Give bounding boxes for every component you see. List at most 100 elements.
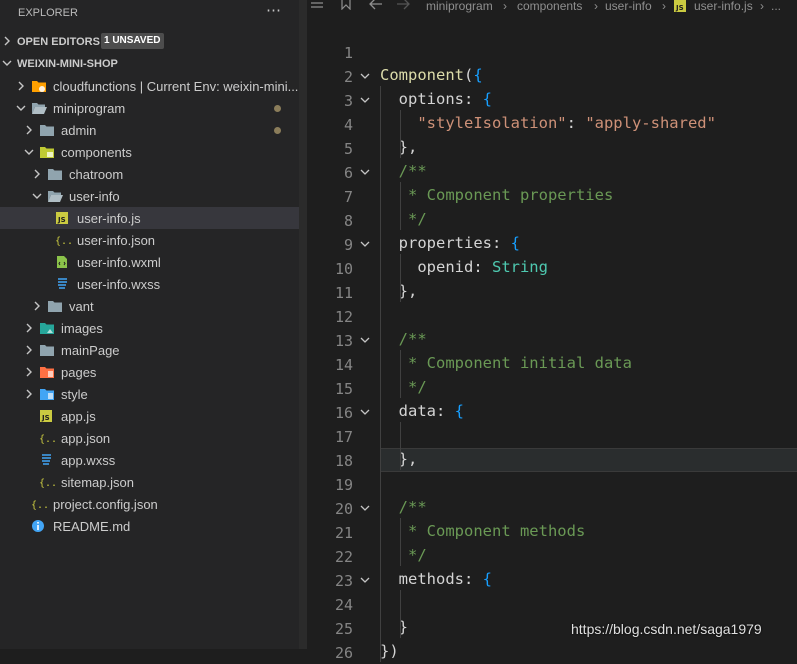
folder-open-icon	[31, 101, 47, 115]
chevron-right-icon	[2, 36, 12, 49]
indent-guide	[400, 350, 401, 398]
svg-text:{..}: {..}	[39, 478, 55, 489]
chevron-down-icon[interactable]	[16, 97, 28, 119]
code-text: * Component initial data	[380, 354, 632, 372]
tree-item-label: sitemap.json	[61, 475, 134, 490]
tree-item-label: app.wxss	[61, 453, 116, 468]
chevron-down-icon	[2, 58, 12, 71]
tree-item-admin[interactable]: admin	[0, 119, 299, 141]
js-file-icon: JS	[674, 0, 686, 15]
fold-chevron-icon[interactable]	[360, 333, 370, 343]
code-text: },	[380, 450, 418, 468]
arrow-left-icon[interactable]	[369, 0, 383, 13]
chevron-right-icon[interactable]	[24, 383, 36, 405]
breadcrumb-item[interactable]: miniprogram	[426, 0, 493, 13]
fold-chevron-icon[interactable]	[360, 69, 370, 79]
tree-item-images[interactable]: images	[0, 317, 299, 339]
indent-guide	[400, 518, 401, 566]
breadcrumb-item[interactable]: components	[517, 0, 582, 13]
tree-item-vant[interactable]: vant	[0, 295, 299, 317]
arrow-right-icon[interactable]	[396, 0, 410, 13]
chevron-right-icon[interactable]	[32, 163, 44, 185]
sidebar-scrollbar[interactable]	[299, 0, 307, 649]
indent-guide	[400, 422, 401, 470]
line-number: 9	[343, 236, 353, 254]
tree-item-label: vant	[69, 299, 94, 314]
tree-item-app.wxss[interactable]: app.wxss	[0, 449, 299, 471]
style-folder-icon	[39, 387, 55, 401]
tree-item-readme.md[interactable]: README.md	[0, 515, 299, 537]
tree-item-sitemap.json[interactable]: {..} sitemap.json	[0, 471, 299, 493]
fold-chevron-icon[interactable]	[360, 501, 370, 511]
breadcrumb-separator: ›	[594, 0, 598, 13]
workspace-section[interactable]: WEIXIN-MINI-SHOP	[0, 53, 299, 75]
chevron-right-icon[interactable]	[24, 317, 36, 339]
current-line-highlight	[380, 448, 797, 472]
chevron-right-icon[interactable]	[24, 119, 36, 141]
code-text: */	[380, 378, 427, 396]
chevron-down-icon[interactable]	[32, 185, 44, 207]
svg-text:{..}: {..}	[39, 434, 55, 445]
tree-item-app.js[interactable]: JS app.js	[0, 405, 299, 427]
tree-item-label: user-info.wxml	[77, 255, 161, 270]
tree-item-user-info[interactable]: user-info	[0, 185, 299, 207]
code-text: * Component properties	[380, 186, 614, 204]
breadcrumb-item[interactable]: ...	[771, 0, 781, 13]
css-file-icon	[39, 453, 55, 467]
line-number: 15	[334, 380, 353, 398]
components-folder-icon	[39, 145, 55, 159]
fold-chevron-icon[interactable]	[360, 165, 370, 175]
tree-item-miniprogram[interactable]: miniprogram	[0, 97, 299, 119]
chevron-right-icon[interactable]	[24, 361, 36, 383]
svg-text:{..}: {..}	[55, 236, 71, 247]
tree-item-user-info.wxss[interactable]: user-info.wxss	[0, 273, 299, 295]
tree-item-user-info.js[interactable]: JS user-info.js	[0, 207, 299, 229]
code-line[interactable]: 1	[307, 40, 797, 64]
line-number: 25	[334, 620, 353, 638]
tree-item-mainpage[interactable]: mainPage	[0, 339, 299, 361]
code-text: * Component methods	[380, 522, 586, 540]
code-text: /**	[380, 498, 427, 516]
code-text: },	[380, 138, 418, 156]
explorer-sidebar: EXPLORER ⋯ OPEN EDITORS 1 UNSAVED WEIXIN…	[0, 0, 299, 649]
line-number: 8	[343, 212, 353, 230]
tree-item-cloudfunctions[interactable]: cloudfunctions | Current Env: weixin-min…	[0, 75, 299, 97]
unsaved-badge: 1 UNSAVED	[101, 33, 164, 49]
chevron-right-icon[interactable]	[16, 75, 28, 97]
line-number: 21	[334, 524, 353, 542]
tree-item-project.config.json[interactable]: {..} project.config.json	[0, 493, 299, 515]
tree-item-app.json[interactable]: {..} app.json	[0, 427, 299, 449]
tree-item-user-info.json[interactable]: {..} user-info.json	[0, 229, 299, 251]
tree-item-chatroom[interactable]: chatroom	[0, 163, 299, 185]
info-icon	[31, 519, 47, 533]
fold-chevron-icon[interactable]	[360, 93, 370, 103]
tree-item-user-info.wxml[interactable]: user-info.wxml	[0, 251, 299, 273]
chevron-down-icon[interactable]	[24, 141, 36, 163]
line-number: 20	[334, 500, 353, 518]
code-text: /**	[380, 162, 427, 180]
line-number: 17	[334, 428, 353, 446]
code-text: methods: {	[380, 570, 492, 588]
code-text: "styleIsolation": "apply-shared"	[417, 114, 716, 132]
tree-item-label: images	[61, 321, 103, 336]
list-icon[interactable]	[310, 0, 324, 12]
code-line[interactable]: 2 Component({	[307, 64, 797, 88]
tree-item-pages[interactable]: pages	[0, 361, 299, 383]
indent-guide	[400, 110, 401, 158]
bookmark-icon[interactable]	[340, 0, 352, 13]
fold-chevron-icon[interactable]	[360, 237, 370, 247]
chevron-right-icon[interactable]	[24, 339, 36, 361]
tree-item-style[interactable]: style	[0, 383, 299, 405]
folder-icon	[39, 123, 55, 137]
line-number: 16	[334, 404, 353, 422]
fold-chevron-icon[interactable]	[360, 573, 370, 583]
tree-item-label: user-info.wxss	[77, 277, 161, 292]
tree-item-components[interactable]: components	[0, 141, 299, 163]
more-actions-icon[interactable]: ⋯	[266, 1, 282, 19]
breadcrumb-item[interactable]: user-info	[605, 0, 652, 13]
code-text: /**	[380, 330, 427, 348]
breadcrumb-item[interactable]: user-info.js	[694, 0, 753, 13]
fold-chevron-icon[interactable]	[360, 405, 370, 415]
chevron-right-icon[interactable]	[32, 295, 44, 317]
json-file-icon: {..}	[39, 475, 63, 489]
